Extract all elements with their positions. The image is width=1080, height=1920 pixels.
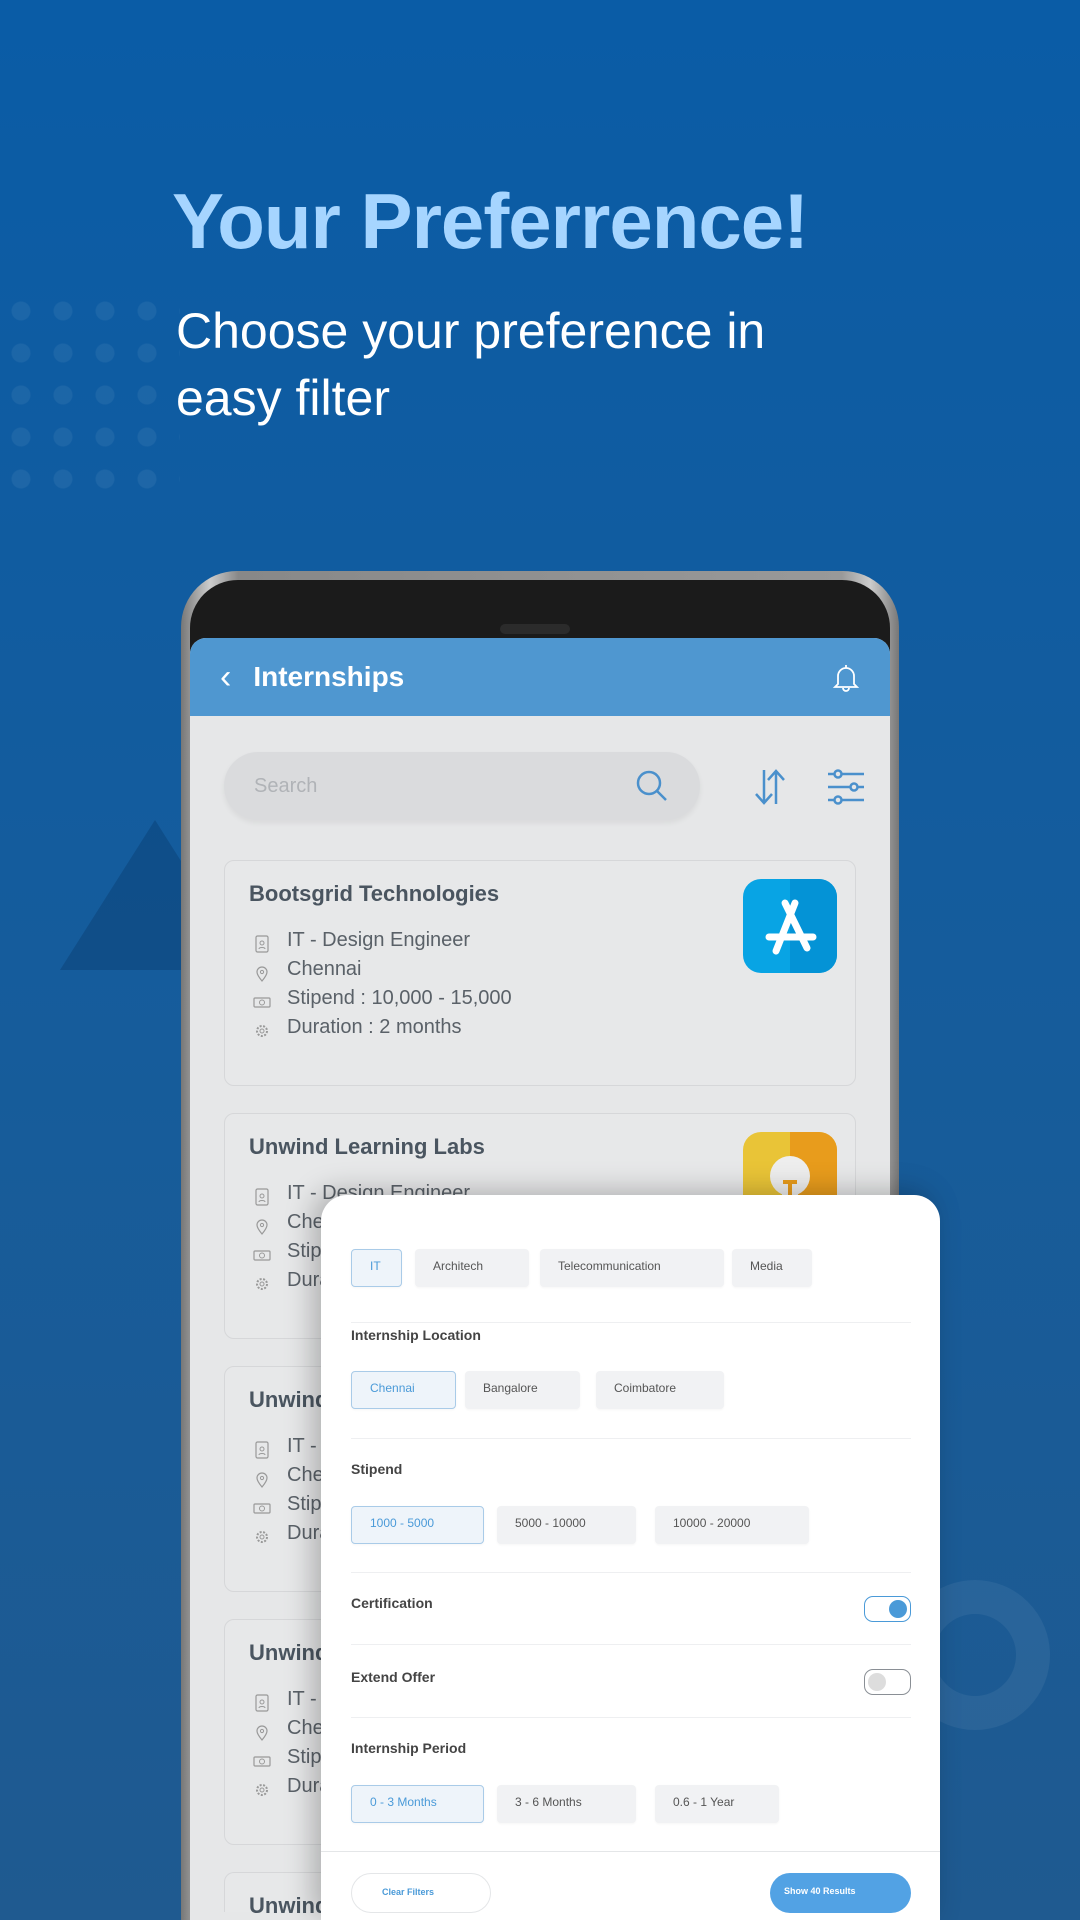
period-label: Internship Period <box>351 1740 467 1756</box>
filter-chip[interactable]: Chennai <box>351 1371 456 1409</box>
company-name: Unwind Learning Labs <box>249 1134 485 1159</box>
stipend-label: Stipend <box>351 1461 403 1477</box>
divider <box>351 1644 911 1645</box>
filter-chip[interactable]: Media <box>732 1249 812 1287</box>
certification-toggle[interactable] <box>864 1596 911 1622</box>
phone-speaker <box>500 624 570 634</box>
internship-card[interactable]: Bootsgrid Technologies IT - Design Engine… <box>224 860 856 1086</box>
card-duration: Duration : 2 months <box>287 1016 462 1038</box>
extend-offer-toggle[interactable] <box>864 1669 911 1695</box>
filter-chip[interactable]: 10000 - 20000 <box>655 1506 809 1544</box>
page-title: Internships <box>253 661 405 692</box>
filter-chip[interactable]: Architech <box>415 1249 529 1287</box>
filter-chip[interactable]: Coimbatore <box>596 1371 724 1409</box>
filter-chip[interactable]: 3 - 6 Months <box>497 1785 636 1823</box>
gear-icon <box>256 1025 268 1037</box>
location-pin-icon <box>256 966 268 982</box>
filter-chip[interactable]: 1000 - 5000 <box>351 1506 484 1544</box>
divider <box>351 1572 911 1573</box>
app-store-icon <box>743 879 837 973</box>
filter-chip[interactable]: Bangalore <box>465 1371 580 1409</box>
gear-icon <box>256 1531 268 1543</box>
hero-title: Your Preferrence! <box>172 177 809 265</box>
divider <box>321 1851 940 1852</box>
filter-icon[interactable] <box>826 768 866 806</box>
location-pin-icon <box>256 1219 268 1235</box>
gear-icon <box>256 1278 268 1290</box>
background-dots <box>0 290 180 510</box>
id-badge-icon <box>255 1694 269 1712</box>
filter-chip[interactable]: 0 - 3 Months <box>351 1785 484 1823</box>
card-role: IT - Design Engineer <box>287 929 471 951</box>
bell-icon[interactable] <box>832 662 860 692</box>
money-icon <box>253 997 271 1008</box>
extend-offer-label: Extend Offer <box>351 1669 436 1685</box>
card-location: Chennai <box>287 958 362 980</box>
filter-chip[interactable]: IT <box>351 1249 402 1287</box>
location-pin-icon <box>256 1725 268 1741</box>
money-icon <box>253 1503 271 1514</box>
filter-chip[interactable]: Telecommunication <box>540 1249 724 1287</box>
app-header: ‹ Internships <box>190 638 890 716</box>
card-stipend: Stipend : 10,000 - 15,000 <box>287 987 512 1009</box>
search-icon[interactable] <box>634 768 670 804</box>
hero-subtitle: Choose your preference in easy filter <box>176 303 766 426</box>
filter-sheet: IT Architech Telecommunication Media Intern… <box>321 1195 940 1920</box>
back-icon[interactable]: ‹ <box>220 658 231 697</box>
clear-filters-button[interactable]: Clear Filters <box>351 1873 491 1913</box>
money-icon <box>253 1250 271 1261</box>
location-label: Internship Location <box>351 1327 481 1343</box>
divider <box>351 1322 911 1323</box>
search-input[interactable] <box>254 774 634 798</box>
divider <box>351 1438 911 1439</box>
divider <box>351 1717 911 1718</box>
company-name: Bootsgrid Technologies <box>249 881 500 906</box>
id-badge-icon <box>255 935 269 953</box>
gear-icon <box>256 1784 268 1796</box>
id-badge-icon <box>255 1188 269 1206</box>
location-pin-icon <box>256 1472 268 1488</box>
id-badge-icon <box>255 1441 269 1459</box>
certification-label: Certification <box>351 1595 433 1611</box>
filter-chip[interactable]: 5000 - 10000 <box>497 1506 636 1544</box>
show-results-button[interactable]: Show 40 Results <box>770 1873 911 1913</box>
filter-chip[interactable]: 0.6 - 1 Year <box>655 1785 779 1823</box>
sort-icon[interactable] <box>750 766 790 808</box>
money-icon <box>253 1756 271 1767</box>
search-bar[interactable] <box>224 752 700 820</box>
